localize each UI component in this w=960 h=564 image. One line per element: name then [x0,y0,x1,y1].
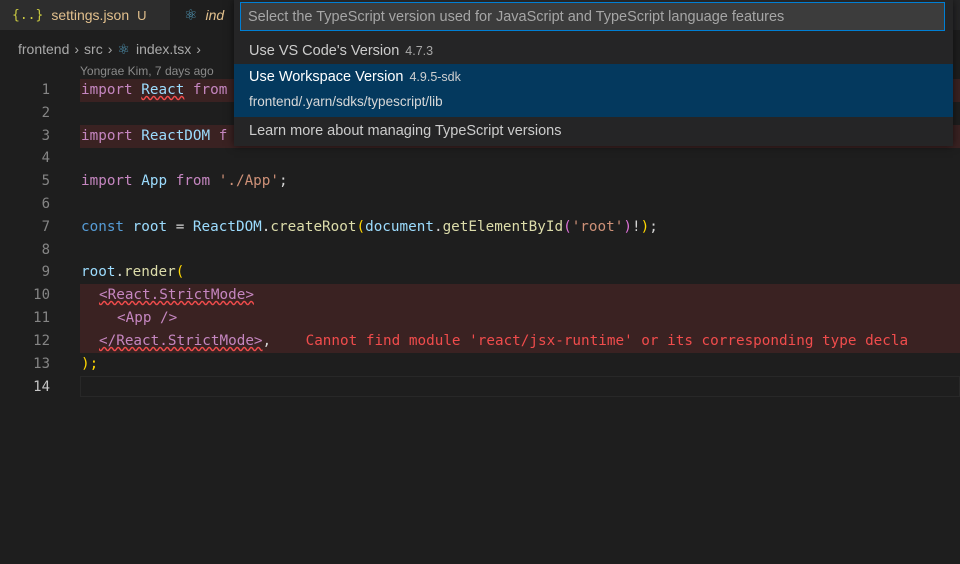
chevron-right-icon: › [74,41,80,57]
line-number: 1 [41,82,50,98]
quick-pick-item-learn-more[interactable]: Learn more about managing TypeScript ver… [234,118,953,144]
git-status-badge: U [137,7,147,23]
quick-pick-input-box [240,2,945,31]
code-line-1[interactable]: import React from [81,79,227,102]
line-number: 9 [41,264,50,280]
line-number: 5 [41,173,50,189]
code-line-3[interactable]: import ReactDOM f [81,125,227,148]
json-file-icon: {..} [12,7,44,23]
react-file-icon: ⚛ [117,40,130,57]
line-number: 10 [33,287,50,303]
breadcrumb-item-frontend[interactable]: frontend [18,41,69,57]
tab-settings-json[interactable]: {..} settings.json U [0,0,170,30]
breadcrumb-item-src[interactable]: src [84,41,103,57]
code-line-7[interactable]: const root = ReactDOM.createRoot(documen… [81,216,658,239]
code-line-11[interactable]: <App /> [117,307,177,330]
quick-pick-input[interactable] [241,3,944,30]
code-line-10[interactable]: <React.StrictMode> [99,284,254,307]
line-number: 4 [41,150,50,166]
line-number: 11 [33,310,50,326]
quick-pick-item-vscode-version[interactable]: Use VS Code's Version 4.7.3 [234,38,953,64]
code-line-13[interactable]: ); [81,353,98,376]
line-number: 13 [33,356,50,372]
breadcrumb: frontend › src › ⚛ index.tsx › [18,38,206,60]
chevron-right-icon: › [196,41,201,57]
current-line-highlight [80,376,960,397]
tab-index-tsx[interactable]: ⚛ ind [170,0,240,30]
code-line-12[interactable]: </React.StrictMode>, Cannot find module … [99,330,908,353]
breadcrumb-item-file[interactable]: index.tsx [136,41,191,57]
code-line-9[interactable]: root.render( [81,261,184,284]
line-number: 2 [41,105,50,121]
line-number: 6 [41,196,50,212]
quick-pick-item-workspace-version[interactable]: Use Workspace Version 4.9.5-sdk frontend/… [234,64,953,117]
code-line-5[interactable]: import App from './App'; [81,170,288,193]
line-number: 7 [41,219,50,235]
tab-label: ind [205,7,225,23]
inline-error-message: Cannot find module 'react/jsx-runtime' o… [305,333,909,349]
chevron-right-icon: › [107,41,113,57]
git-blame-annotation: Yongrae Kim, 7 days ago [80,64,214,78]
line-number: 12 [33,333,50,349]
line-number: 8 [41,242,50,258]
line-number: 3 [41,128,50,144]
react-file-icon: ⚛ [184,7,198,24]
tab-label: settings.json [51,7,130,23]
line-number-active: 14 [33,379,50,395]
